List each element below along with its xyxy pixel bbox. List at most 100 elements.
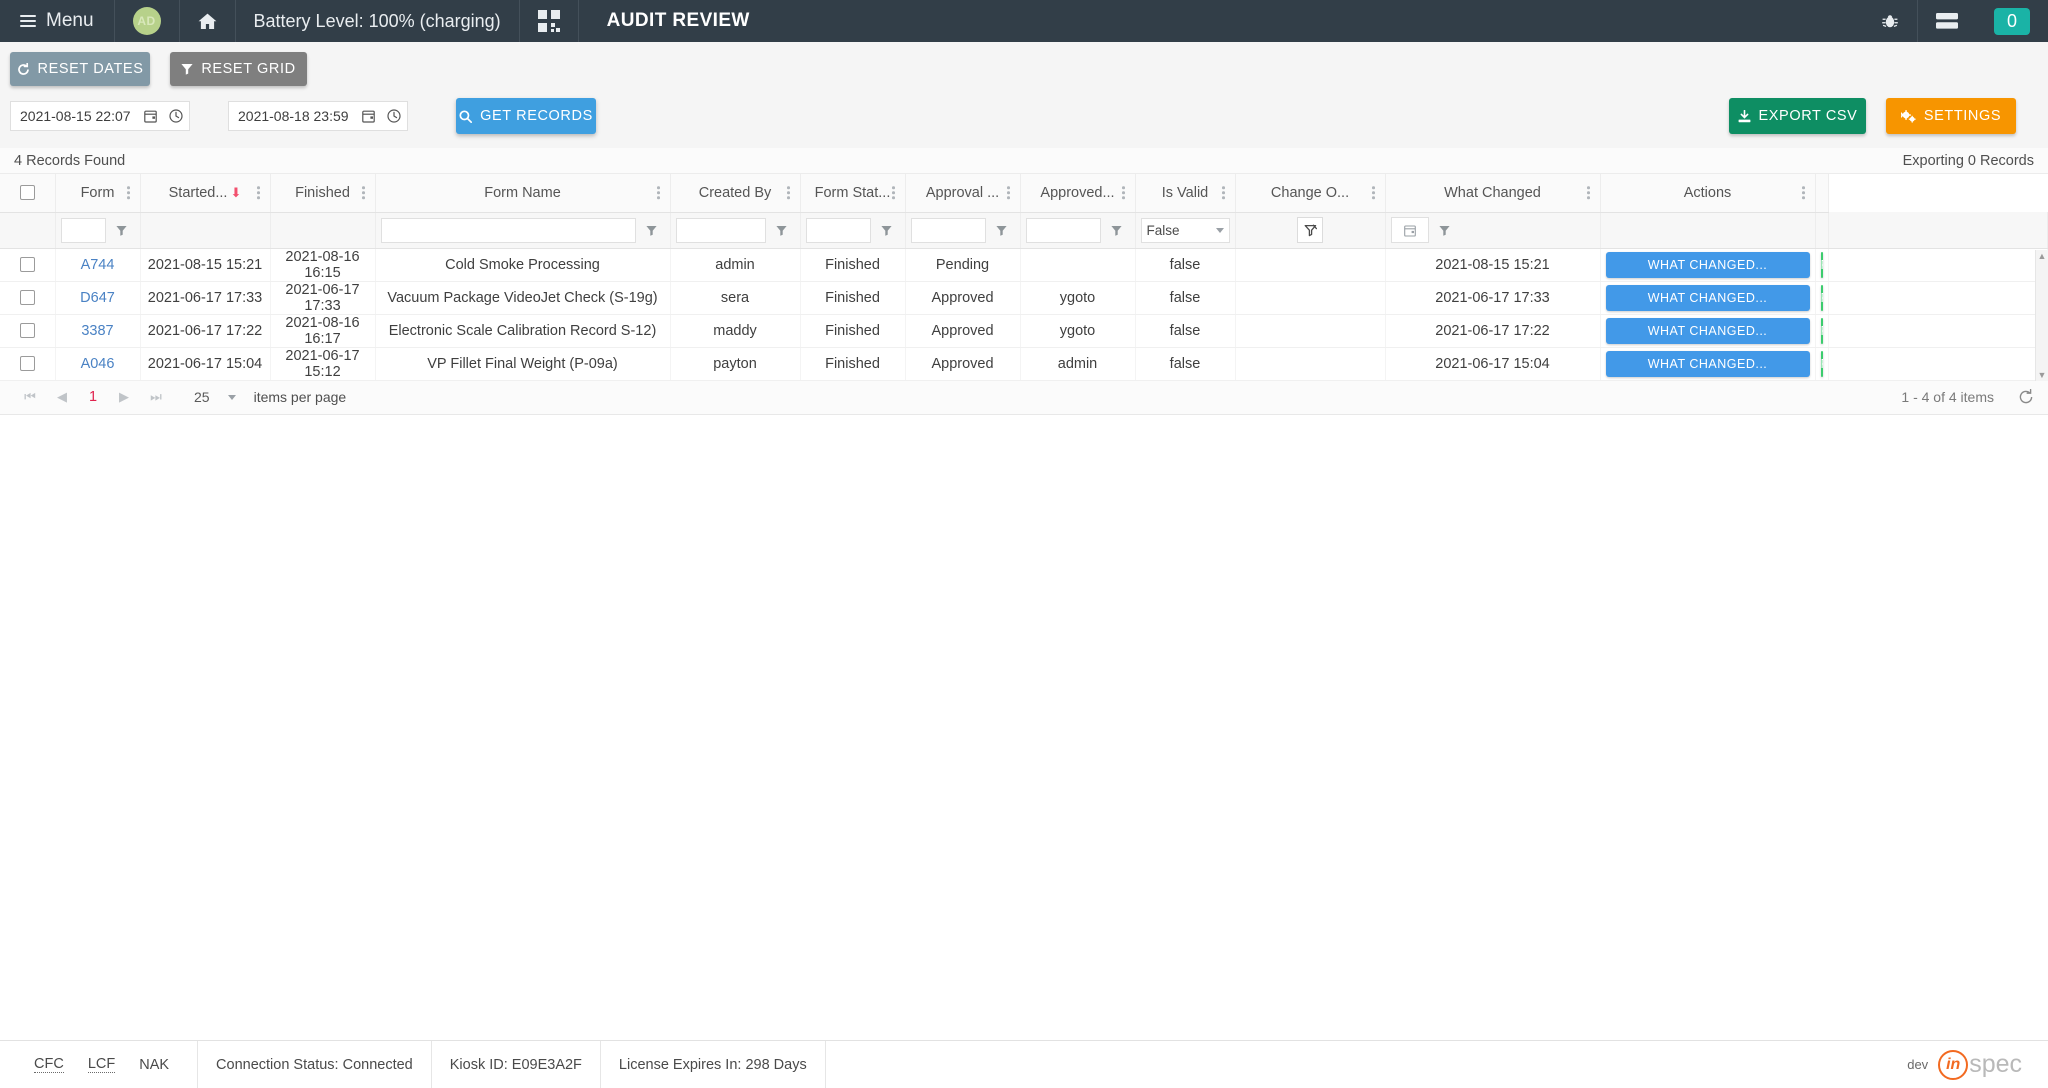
qr-code-button[interactable] — [520, 0, 579, 42]
refresh-icon[interactable] — [2018, 389, 2034, 405]
header-form-name-menu-icon[interactable] — [654, 184, 664, 202]
prev-page-button[interactable]: ◀ — [46, 389, 78, 405]
header-form-name[interactable]: Form Name — [375, 174, 671, 213]
start-date-value[interactable]: 2021-08-15 22:07 — [11, 108, 137, 124]
status-code-cfc[interactable]: CFC — [34, 1056, 64, 1073]
filter-is-valid-select[interactable]: False — [1140, 217, 1230, 243]
refingerprint-button[interactable]: REFINGERPRINT — [1820, 350, 1823, 377]
table-row[interactable]: D647 2021-06-17 17:33 2021-06-17 17:33 V… — [0, 281, 2048, 315]
filter-created-by-input[interactable] — [675, 217, 766, 243]
export-csv-button[interactable]: EXPORT CSV — [1729, 98, 1866, 134]
header-is-valid[interactable]: Is Valid — [1135, 174, 1236, 213]
grid-vertical-scrollbar[interactable]: ▲ ▼ — [2035, 250, 2048, 381]
next-page-button[interactable]: ▶ — [108, 389, 140, 405]
filter-form-status-input[interactable] — [805, 217, 871, 243]
table-row[interactable]: 3387 2021-06-17 17:22 2021-08-16 16:17 E… — [0, 314, 2048, 348]
table-row[interactable]: A744 2021-08-15 15:21 2021-08-16 16:15 C… — [0, 248, 2048, 282]
what-changed-button[interactable]: WHAT CHANGED... — [1605, 251, 1810, 278]
header-approved-by[interactable]: Approved... — [1020, 174, 1136, 213]
header-created-by-menu-icon[interactable] — [784, 184, 794, 202]
filter-form-name-input[interactable] — [380, 217, 636, 243]
header-actions[interactable]: Actions — [1600, 174, 1816, 213]
reset-grid-button[interactable]: RESET GRID — [170, 52, 307, 86]
header-form[interactable]: Form — [55, 174, 141, 213]
get-records-button[interactable]: GET RECORDS — [456, 98, 596, 134]
end-date-value[interactable]: 2021-08-18 23:59 — [229, 108, 355, 124]
filter-change-on-funnel-icon[interactable] — [1432, 217, 1458, 243]
status-code-lcf[interactable]: LCF — [87, 1056, 116, 1073]
filter-form-input[interactable] — [60, 217, 106, 243]
refingerprint-button[interactable]: REFINGERPRINT — [1820, 251, 1823, 278]
form-link[interactable]: D647 — [80, 290, 115, 306]
notification-badge-cell[interactable]: 0 — [1976, 0, 2048, 42]
form-link[interactable]: A046 — [81, 356, 115, 372]
select-all-checkbox[interactable] — [19, 185, 35, 201]
home-button[interactable] — [180, 0, 236, 42]
header-form-menu-icon[interactable] — [124, 184, 134, 202]
end-date-clock-icon[interactable] — [381, 109, 407, 123]
filter-approval-status-input[interactable] — [910, 217, 986, 243]
reset-dates-button[interactable]: RESET DATES — [10, 52, 150, 86]
refingerprint-button[interactable]: REFINGERPRINT — [1820, 317, 1823, 344]
debug-button[interactable] — [1863, 0, 1918, 42]
header-change-on[interactable]: Change O... — [1235, 174, 1386, 213]
scroll-down-icon[interactable]: ▼ — [2038, 369, 2047, 381]
select-all-header[interactable] — [0, 174, 56, 213]
header-what-changed-menu-icon[interactable] — [1584, 184, 1594, 202]
row-checkbox[interactable] — [19, 323, 35, 339]
filter-change-on-calendar-icon[interactable] — [1390, 217, 1429, 243]
header-approval-status-menu-icon[interactable] — [1004, 184, 1014, 202]
start-date-calendar-icon[interactable] — [137, 109, 163, 123]
header-actions-menu-icon[interactable] — [1799, 184, 1809, 202]
filter-approval-status-funnel-icon[interactable] — [989, 217, 1015, 243]
page-size-select[interactable]: 25 — [194, 389, 236, 405]
header-approval-status[interactable]: Approval ... — [905, 174, 1021, 213]
what-changed-button[interactable]: WHAT CHANGED... — [1605, 350, 1810, 377]
scroll-up-icon[interactable]: ▲ — [2038, 250, 2047, 262]
start-date-field[interactable]: 2021-08-15 22:07 — [10, 101, 190, 131]
cell-form[interactable]: A744 — [55, 248, 141, 282]
filter-approved-by-input[interactable] — [1025, 217, 1101, 243]
logs-button[interactable] — [1918, 0, 1976, 42]
page-number-1[interactable]: 1 — [78, 389, 108, 405]
header-change-on-menu-icon[interactable] — [1369, 184, 1379, 202]
row-select-cell[interactable] — [0, 281, 56, 315]
header-form-status[interactable]: Form Stat... — [800, 174, 906, 213]
header-what-changed[interactable]: What Changed — [1385, 174, 1601, 213]
form-link[interactable]: 3387 — [81, 323, 113, 339]
filter-form-name-funnel-icon[interactable] — [639, 217, 665, 243]
first-page-button[interactable]: ⏮ — [14, 389, 46, 405]
filter-form-status-funnel-icon[interactable] — [874, 217, 900, 243]
start-date-clock-icon[interactable] — [163, 109, 189, 123]
filter-form-funnel-icon[interactable] — [109, 217, 135, 243]
filter-is-valid-clear-icon[interactable] — [1297, 217, 1323, 243]
end-date-calendar-icon[interactable] — [355, 109, 381, 123]
cell-form[interactable]: D647 — [55, 281, 141, 315]
row-checkbox[interactable] — [19, 356, 35, 372]
form-link[interactable]: A744 — [81, 257, 115, 273]
end-date-field[interactable]: 2021-08-18 23:59 — [228, 101, 408, 131]
avatar-cell[interactable]: AD — [115, 0, 180, 42]
row-select-cell[interactable] — [0, 347, 56, 381]
what-changed-button[interactable]: WHAT CHANGED... — [1605, 317, 1810, 344]
header-finished-menu-icon[interactable] — [359, 184, 369, 202]
row-select-cell[interactable] — [0, 314, 56, 348]
filter-approved-by-funnel-icon[interactable] — [1104, 217, 1130, 243]
row-select-cell[interactable] — [0, 248, 56, 282]
row-checkbox[interactable] — [19, 290, 35, 306]
header-finished[interactable]: Finished — [270, 174, 376, 213]
table-row[interactable]: A046 2021-06-17 15:04 2021-06-17 15:12 V… — [0, 347, 2048, 381]
header-created-by[interactable]: Created By — [670, 174, 801, 213]
refingerprint-button[interactable]: REFINGERPRINT — [1820, 284, 1823, 311]
header-is-valid-menu-icon[interactable] — [1219, 184, 1229, 202]
cell-form[interactable]: A046 — [55, 347, 141, 381]
row-checkbox[interactable] — [19, 257, 35, 273]
cell-form[interactable]: 3387 — [55, 314, 141, 348]
settings-button[interactable]: SETTINGS — [1886, 98, 2016, 134]
header-started[interactable]: Started... ⬇ — [140, 174, 271, 213]
menu-button[interactable]: Menu — [0, 0, 115, 42]
last-page-button[interactable]: ⏭ — [140, 389, 172, 405]
header-form-status-menu-icon[interactable] — [889, 184, 899, 202]
filter-created-by-funnel-icon[interactable] — [769, 217, 795, 243]
header-approved-by-menu-icon[interactable] — [1119, 184, 1129, 202]
